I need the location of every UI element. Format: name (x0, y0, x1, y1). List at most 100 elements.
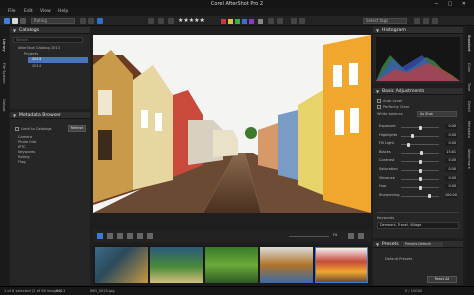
reject-icon[interactable] (158, 18, 164, 24)
rating-stars[interactable]: ★★★★★ (178, 17, 205, 24)
color-label-purple[interactable] (249, 19, 254, 24)
slider-knob[interactable] (418, 168, 422, 173)
image-viewer[interactable] (93, 35, 371, 213)
edit-icon[interactable] (432, 18, 438, 24)
heal-tool-icon[interactable] (127, 233, 133, 239)
metadata-item[interactable]: Keywords (18, 150, 35, 154)
color-label-red[interactable] (221, 19, 226, 24)
filter-icon[interactable] (80, 18, 86, 24)
sort-icon[interactable] (88, 18, 94, 24)
rotate-tool-icon[interactable] (137, 233, 143, 239)
adjustment-slider-row[interactable]: Hue 0.00 (379, 184, 457, 190)
slider-value[interactable]: 0.00 (445, 158, 457, 164)
select-tool-icon[interactable] (97, 233, 103, 239)
thumbnail[interactable] (150, 247, 203, 283)
catalogs-header[interactable]: ▼ Catalogs (10, 27, 90, 34)
library-view-icon[interactable] (4, 18, 10, 24)
settings-icon[interactable] (414, 18, 420, 24)
slider-track[interactable] (401, 195, 439, 197)
slider-knob[interactable] (410, 134, 414, 139)
perfectly-clear-checkbox[interactable] (377, 105, 381, 109)
thumbnail[interactable] (95, 247, 148, 283)
color-label-yellow[interactable] (228, 19, 233, 24)
slider-knob[interactable] (418, 177, 422, 182)
color-label-blue[interactable] (242, 19, 247, 24)
menu-file[interactable]: File (8, 9, 16, 14)
tab-watermark[interactable]: Watermark (467, 149, 471, 169)
metadata-item[interactable]: IPTC (18, 145, 26, 149)
basic-adjustments-header[interactable]: ▼ Basic Adjustments (373, 88, 463, 95)
rotate-right-icon[interactable] (277, 18, 283, 24)
slider-knob[interactable] (418, 125, 422, 130)
metadata-item[interactable]: Rating (18, 155, 30, 159)
slider-value[interactable]: 100.00 (445, 192, 457, 198)
tab-file-system[interactable]: File System (2, 63, 6, 84)
rating-filter-select[interactable]: Rating (31, 18, 75, 24)
slider-value[interactable]: 0.00 (445, 132, 457, 138)
refresh-button[interactable]: Refresh (68, 125, 86, 132)
fullscreen-icon[interactable] (348, 233, 354, 239)
tab-detail[interactable]: Detail (467, 101, 471, 112)
metadata-item[interactable]: Flag (18, 160, 26, 164)
metadata-item[interactable]: Camera (18, 135, 32, 139)
layout-icon[interactable] (358, 233, 364, 239)
tab-color[interactable]: Color (467, 63, 471, 72)
presets-header[interactable]: ▼ Presets Presets Default (373, 241, 463, 248)
window-controls[interactable]: ─ ▢ ✕ (435, 1, 470, 7)
compare-icon[interactable] (97, 18, 103, 24)
slider-knob[interactable] (420, 151, 424, 156)
catalog-item[interactable]: AfterShot Catalog 2013 (18, 46, 60, 50)
adjustment-slider-row[interactable]: Sharpening 100.00 (379, 192, 457, 199)
limit-checkbox[interactable] (15, 127, 19, 131)
slider-value[interactable]: 0.00 (445, 167, 457, 172)
catalog-search-input[interactable]: Search (13, 37, 83, 43)
slider-knob[interactable] (407, 142, 411, 147)
slider-track[interactable] (401, 135, 439, 137)
slider-knob[interactable] (418, 159, 422, 164)
single-view-icon[interactable] (12, 18, 18, 24)
adjustment-slider-row[interactable]: Contrast 0.00 (379, 158, 457, 164)
presets-select[interactable]: Presets Default (403, 242, 443, 247)
collapse-icon[interactable]: ▼ (13, 28, 16, 33)
adjustment-slider-row[interactable]: Vibrance 0.00 (379, 175, 457, 182)
flag-icon[interactable] (148, 18, 154, 24)
preset-item[interactable]: Default Presets (385, 257, 412, 261)
slider-value[interactable]: 0.00 (445, 124, 457, 129)
slider-knob[interactable] (428, 194, 431, 199)
menu-edit[interactable]: Edit (24, 9, 33, 14)
tag-search-input[interactable]: Select tags (363, 18, 407, 24)
tab-standard[interactable]: Standard (467, 35, 471, 51)
split-view-icon[interactable] (20, 18, 26, 24)
histogram-header[interactable]: ▼ Histogram (373, 27, 463, 34)
tab-output[interactable]: Output (2, 99, 6, 111)
thumbnail-selected[interactable] (315, 247, 368, 283)
tab-library[interactable]: Library (2, 39, 6, 52)
adjustment-slider-row[interactable]: Highlights 0.00 (379, 132, 457, 139)
slider-value[interactable]: 15.61 (445, 149, 457, 155)
metadata-item[interactable]: Photo Info (18, 140, 36, 144)
catalog-item[interactable]: Projects (24, 52, 38, 56)
slider-value[interactable]: 0.00 (445, 141, 457, 147)
collapse-icon[interactable]: ▼ (376, 28, 379, 33)
crop-tool-icon[interactable] (107, 233, 113, 239)
catalog-item-selected[interactable]: 2013 (28, 57, 88, 63)
adjustment-slider-row[interactable]: Exposure 0.00 (379, 124, 457, 130)
thumbnail[interactable] (205, 247, 258, 283)
color-label-green[interactable] (235, 19, 240, 24)
rotate-left-icon[interactable] (268, 18, 274, 24)
collapse-icon[interactable]: ▼ (376, 242, 379, 247)
auto-level-checkbox[interactable] (377, 99, 381, 103)
thumbnail[interactable] (260, 247, 313, 283)
color-label-none[interactable] (258, 19, 263, 24)
collapse-icon[interactable]: ▼ (376, 89, 379, 94)
undo-icon[interactable] (291, 18, 297, 24)
tab-tone[interactable]: Tone (467, 83, 471, 91)
brush-tool-icon[interactable] (147, 233, 153, 239)
reset-all-button[interactable]: Reset All (427, 276, 457, 283)
menu-help[interactable]: Help (58, 9, 68, 14)
slider-value[interactable]: 0.00 (445, 184, 457, 190)
zoom-slider[interactable] (289, 236, 329, 237)
adjustment-slider-row[interactable]: Fill Light 0.00 (379, 141, 457, 147)
white-balance-select[interactable]: As Shot (417, 111, 457, 117)
catalog-item[interactable]: 2014 (32, 64, 41, 68)
